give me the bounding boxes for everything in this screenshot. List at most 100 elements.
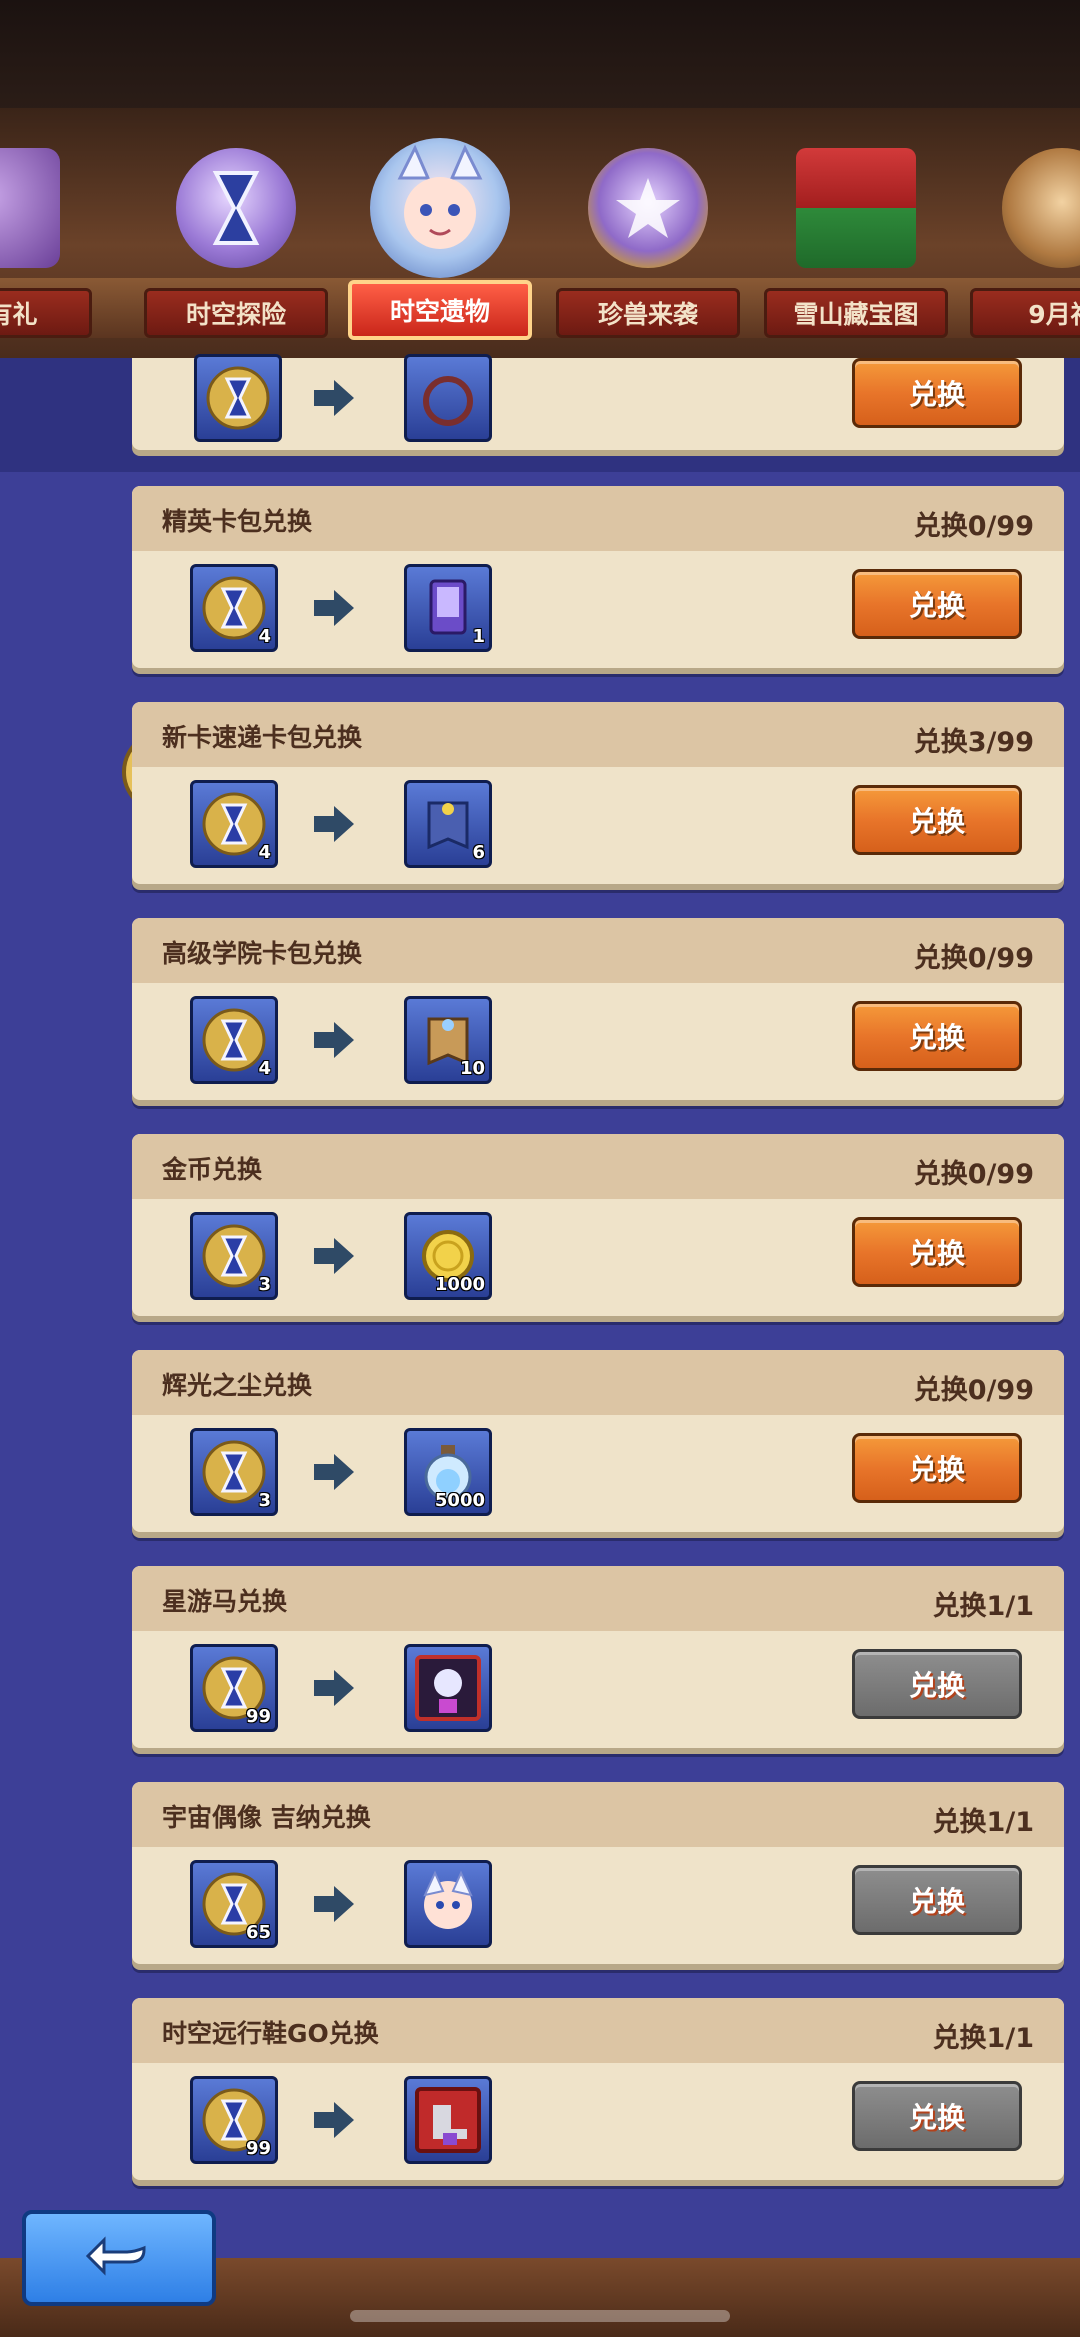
tab-label: 到有礼 <box>0 288 92 338</box>
card-title: 高级学院卡包兑换 <box>162 939 363 968</box>
card-header: 星游马兑换 兑换1/1 <box>132 1566 1064 1631</box>
exchange-card: 宇宙偶像 吉纳兑换 兑换1/1 65 兑换 <box>132 1782 1064 1964</box>
card-header: 辉光之尘兑换 兑换0/99 <box>132 1350 1064 1415</box>
arrow-right-icon <box>314 380 354 416</box>
reward-item[interactable]: 1 <box>404 564 492 652</box>
card-title: 时空远行鞋GO兑换 <box>162 2019 379 2048</box>
status-bar <box>0 0 1080 110</box>
star-medallion-icon <box>588 148 708 268</box>
exchange-button[interactable]: 兑换 <box>852 1433 1022 1503</box>
exchange-count: 兑换0/99 <box>913 511 1034 542</box>
cost-item[interactable]: 4 <box>190 564 278 652</box>
exchange-button[interactable]: 兑换 <box>852 569 1022 639</box>
card-header: 精英卡包兑换 兑换0/99 <box>132 486 1064 551</box>
reward-item[interactable] <box>404 1644 492 1732</box>
cost-quantity: 99 <box>245 1706 271 1727</box>
tab-label: 雪山藏宝图 <box>764 288 948 338</box>
reward-item[interactable] <box>404 1860 492 1948</box>
cost-quantity: 4 <box>258 1058 271 1079</box>
cost-quantity: 99 <box>245 2138 271 2159</box>
exchange-card: 精英卡包兑换 兑换0/99 4 1 兑换 <box>132 486 1064 668</box>
card-header: 金币兑换 兑换0/99 <box>132 1134 1064 1199</box>
cost-item[interactable]: 3 <box>190 1212 278 1300</box>
cost-quantity: 4 <box>258 626 271 647</box>
card-title: 宇宙偶像 吉纳兑换 <box>162 1803 371 1832</box>
exchange-button[interactable]: 兑换 <box>852 785 1022 855</box>
ring-frame-icon <box>423 376 473 426</box>
reward-quantity: 6 <box>472 842 485 863</box>
arrow-right-icon <box>314 1238 354 1274</box>
card-title: 星游马兑换 <box>162 1587 288 1616</box>
exchange-card: 金币兑换 兑换0/99 3 1000 兑换 <box>132 1134 1064 1316</box>
card-title: 精英卡包兑换 <box>162 507 313 536</box>
reward-item[interactable]: 6 <box>404 780 492 868</box>
tab-label: 9月福 <box>970 288 1080 338</box>
exchange-card-partial: 兑换 <box>132 354 1064 450</box>
arrow-right-icon <box>314 1886 354 1922</box>
arrow-right-icon <box>314 1454 354 1490</box>
exchange-list[interactable]: 兑换 67 精英卡包兑换 兑换0/99 4 1 兑换 <box>0 354 1080 2258</box>
exchange-button[interactable]: 兑换 <box>852 1001 1022 1071</box>
reward-quantity: 5000 <box>434 1490 485 1511</box>
cost-item[interactable]: 4 <box>190 780 278 868</box>
tab-snow-treasure[interactable]: 雪山藏宝图 <box>756 108 956 348</box>
exchange-count: 兑换0/99 <box>913 1159 1034 1190</box>
arrow-right-icon <box>314 1670 354 1706</box>
arrow-right-icon <box>314 2102 354 2138</box>
star-horse-icon <box>415 1655 481 1721</box>
exchange-button[interactable]: 兑换 <box>852 358 1022 428</box>
tab-rare-beast[interactable]: 珍兽来袭 <box>548 108 748 348</box>
gift-box-icon <box>0 148 60 268</box>
cost-item[interactable]: 99 <box>190 1644 278 1732</box>
home-indicator[interactable] <box>350 2310 730 2322</box>
reward-item[interactable] <box>404 354 492 442</box>
card-title: 新卡速递卡包兑换 <box>162 723 363 752</box>
cost-item[interactable] <box>194 354 282 442</box>
back-button[interactable] <box>22 2210 216 2306</box>
catgirl-portrait-icon <box>370 138 510 278</box>
exchange-card: 辉光之尘兑换 兑换0/99 3 5000 兑换 <box>132 1350 1064 1532</box>
arrow-right-icon <box>314 590 354 626</box>
treasure-gifts-icon <box>796 148 916 268</box>
exchange-count: 兑换0/99 <box>913 943 1034 974</box>
reward-item[interactable]: 5000 <box>404 1428 492 1516</box>
tab-label: 时空探险 <box>144 288 328 338</box>
exchange-card: 高级学院卡包兑换 兑换0/99 4 10 兑换 <box>132 918 1064 1100</box>
exchange-button[interactable]: 兑换 <box>852 2081 1022 2151</box>
cost-item[interactable]: 4 <box>190 996 278 1084</box>
hero-portrait-icon <box>1002 148 1080 268</box>
card-title: 辉光之尘兑换 <box>162 1371 313 1400</box>
reward-item[interactable]: 1000 <box>404 1212 492 1300</box>
event-tab-bar: 到有礼 时空探险 时空遗物 珍兽来袭 雪山藏宝图 <box>0 108 1080 364</box>
reward-item[interactable]: 10 <box>404 996 492 1084</box>
cost-quantity: 3 <box>258 1490 271 1511</box>
tab-september-welfare[interactable]: 9月福 <box>962 108 1080 348</box>
reward-quantity: 1 <box>472 626 485 647</box>
exchange-button[interactable]: 兑换 <box>852 1217 1022 1287</box>
back-arrow-icon <box>85 2236 146 2276</box>
idol-portrait-icon <box>423 1870 473 1929</box>
tab-spacetime-relic[interactable]: 时空遗物 <box>340 108 540 348</box>
cost-quantity: 65 <box>245 1922 271 1943</box>
travel-shoes-icon <box>415 2087 481 2153</box>
exchange-button[interactable]: 兑换 <box>852 1649 1022 1719</box>
card-header: 高级学院卡包兑换 兑换0/99 <box>132 918 1064 983</box>
card-title: 金币兑换 <box>162 1155 263 1184</box>
exchange-count: 兑换3/99 <box>913 727 1034 758</box>
exchange-count: 兑换1/1 <box>932 1591 1034 1622</box>
cost-quantity: 3 <box>258 1274 271 1295</box>
exchange-card: 新卡速递卡包兑换 兑换3/99 4 6 兑换 <box>132 702 1064 884</box>
exchange-button[interactable]: 兑换 <box>852 1865 1022 1935</box>
cost-item[interactable]: 65 <box>190 1860 278 1948</box>
tab-spacetime-explore[interactable]: 时空探险 <box>136 108 336 348</box>
cost-item[interactable]: 99 <box>190 2076 278 2164</box>
exchange-count: 兑换1/1 <box>932 1807 1034 1838</box>
card-header: 时空远行鞋GO兑换 兑换1/1 <box>132 1998 1064 2063</box>
arrow-right-icon <box>314 1022 354 1058</box>
cost-quantity: 4 <box>258 842 271 863</box>
arrow-right-icon <box>314 806 354 842</box>
exchange-card: 星游马兑换 兑换1/1 99 兑换 <box>132 1566 1064 1748</box>
tab-checkin-gift[interactable]: 到有礼 <box>0 108 100 348</box>
reward-item[interactable] <box>404 2076 492 2164</box>
cost-item[interactable]: 3 <box>190 1428 278 1516</box>
